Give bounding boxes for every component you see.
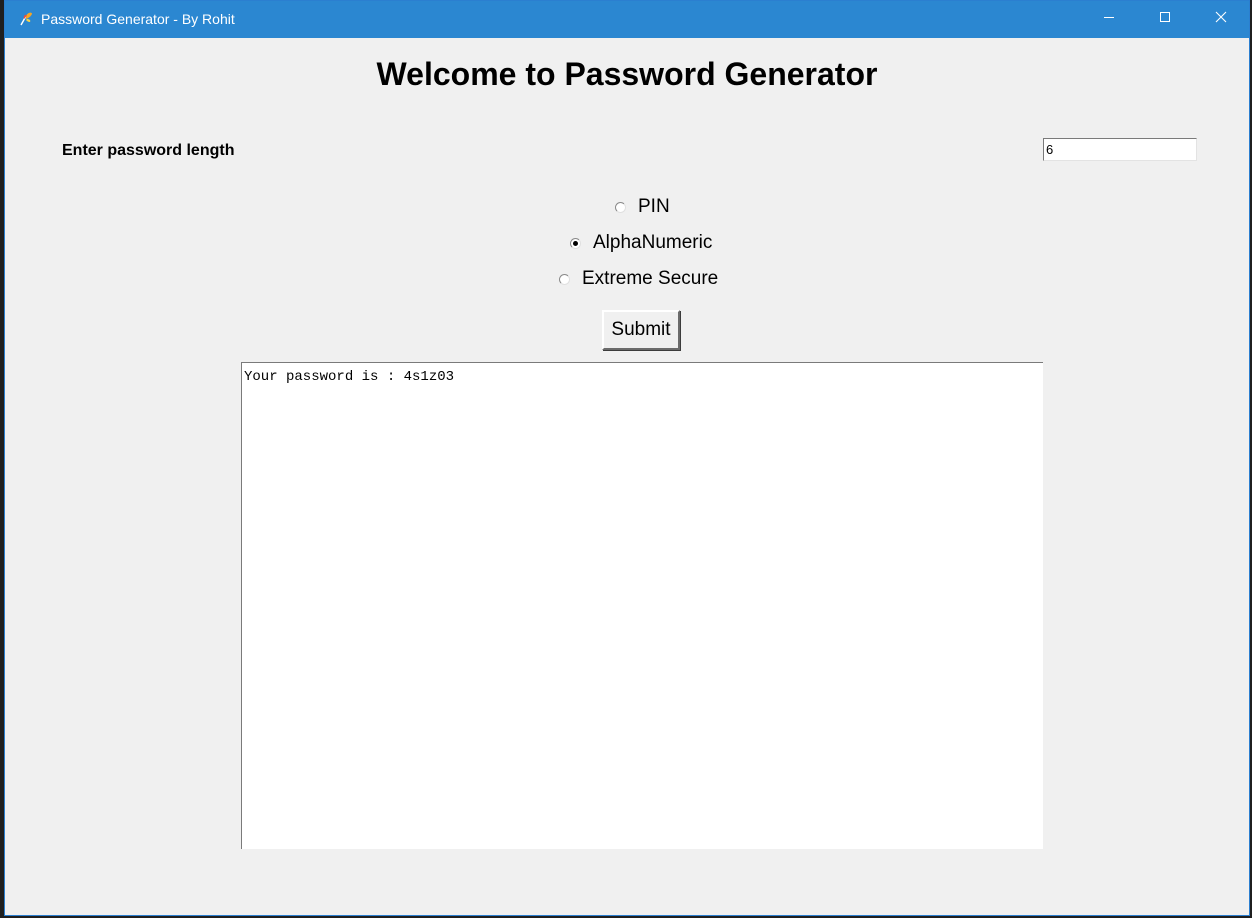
window-title: Password Generator - By Rohit [41,11,235,27]
minimize-button[interactable] [1081,1,1137,37]
page-title: Welcome to Password Generator [376,56,878,92]
maximize-icon [1159,10,1171,28]
app-window: Password Generator - By Rohit Welcome to… [4,0,1250,916]
radio-label-pin: PIN [638,196,670,217]
radio-extreme-secure[interactable]: Extreme Secure [559,268,718,290]
maximize-button[interactable] [1137,1,1193,37]
minimize-icon [1103,10,1115,28]
password-output-text-area[interactable]: Your password is : 4s1z03 [241,362,1043,849]
radio-pin[interactable]: PIN [615,196,670,218]
password-length-input[interactable] [1043,138,1197,161]
feather-app-icon [18,11,34,27]
radio-circle[interactable] [615,201,626,213]
radio-circle-selected[interactable] [570,237,581,249]
radio-circle[interactable] [559,273,570,285]
password-output-line: Your password is : 4s1z03 [244,369,455,385]
radio-label-extreme-secure: Extreme Secure [582,268,719,289]
submit-button[interactable]: Submit [602,310,680,350]
radio-alphanumeric[interactable]: AlphaNumeric [570,232,712,254]
close-icon [1215,10,1227,28]
radio-label-alphanumeric: AlphaNumeric [593,232,713,253]
close-button[interactable] [1193,1,1249,37]
title-bar[interactable]: Password Generator - By Rohit [5,1,1249,38]
password-length-label: Enter password length [62,142,235,159]
